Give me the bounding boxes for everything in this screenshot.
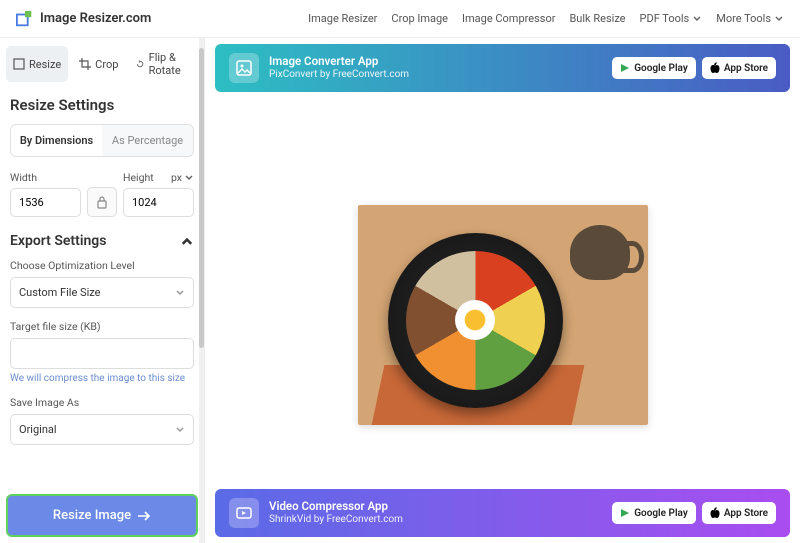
video-icon xyxy=(229,498,259,528)
google-play-button[interactable]: Google Play xyxy=(612,502,696,524)
ad-top-subtitle: PixConvert by FreeConvert.com xyxy=(269,69,409,81)
play-icon xyxy=(620,508,630,518)
nav-image-resizer[interactable]: Image Resizer xyxy=(308,12,377,25)
apple-icon xyxy=(710,507,720,519)
ad-top-title: Image Converter App xyxy=(269,55,409,69)
main-nav: Image Resizer Crop Image Image Compresso… xyxy=(308,12,784,25)
mode-as-percentage[interactable]: As Percentage xyxy=(102,125,193,156)
apple-icon xyxy=(710,62,720,74)
brand-logo[interactable]: Image Resizer.com xyxy=(16,10,151,28)
optimization-select[interactable]: Custom File Size xyxy=(10,277,194,308)
width-label: Width xyxy=(10,171,81,184)
image-preview[interactable] xyxy=(358,205,648,425)
ad-banner-top: Image Converter App PixConvert by FreeCo… xyxy=(215,44,790,92)
main-area: Image Converter App PixConvert by FreeCo… xyxy=(205,38,800,543)
unit-selector[interactable]: px xyxy=(171,171,194,184)
save-as-select[interactable]: Original xyxy=(10,414,194,445)
nav-more-tools[interactable]: More Tools xyxy=(716,12,784,25)
target-size-input[interactable] xyxy=(10,338,194,369)
nav-image-compressor[interactable]: Image Compressor xyxy=(462,12,555,25)
sidebar: Resize Crop Flip & Rotate Resize Setting… xyxy=(0,38,205,543)
nav-crop-image[interactable]: Crop Image xyxy=(391,12,448,25)
ad-banner-bottom: Video Compressor App ShrinkVid by FreeCo… xyxy=(215,489,790,537)
image-icon xyxy=(229,53,259,83)
rotate-icon xyxy=(136,58,144,70)
tab-crop[interactable]: Crop xyxy=(72,46,125,82)
app-body: Resize Crop Flip & Rotate Resize Setting… xyxy=(0,38,800,543)
export-settings-title: Export Settings xyxy=(10,233,106,249)
optimization-label: Choose Optimization Level xyxy=(10,259,194,272)
save-as-label: Save Image As xyxy=(10,396,194,409)
tab-resize[interactable]: Resize xyxy=(6,46,68,82)
chevron-down-icon xyxy=(692,14,702,24)
height-input[interactable] xyxy=(123,188,194,217)
logo-icon xyxy=(16,10,34,28)
height-label: Height xyxy=(123,171,154,184)
google-play-button[interactable]: Google Play xyxy=(612,57,696,79)
app-store-button[interactable]: App Store xyxy=(702,57,776,79)
target-size-label: Target file size (KB) xyxy=(10,320,194,333)
dimensions-row: Width Height px xyxy=(10,171,194,217)
arrow-right-icon xyxy=(137,510,151,522)
chevron-down-icon xyxy=(774,14,784,24)
nav-bulk-resize[interactable]: Bulk Resize xyxy=(569,12,625,25)
width-input[interactable] xyxy=(10,188,81,217)
app-header: Image Resizer.com Image Resizer Crop Ima… xyxy=(0,0,800,38)
sidebar-scrollbar[interactable] xyxy=(199,38,204,543)
app-store-button[interactable]: App Store xyxy=(702,502,776,524)
mode-by-dimensions[interactable]: By Dimensions xyxy=(11,125,102,156)
brand-text: Image Resizer.com xyxy=(40,11,151,26)
chevron-down-icon xyxy=(175,288,185,298)
ad-bot-title: Video Compressor App xyxy=(269,500,403,514)
ad-bot-subtitle: ShrinkVid by FreeConvert.com xyxy=(269,514,403,526)
nav-pdf-tools[interactable]: PDF Tools xyxy=(640,12,703,25)
tool-tabs: Resize Crop Flip & Rotate xyxy=(6,46,198,82)
play-icon xyxy=(620,63,630,73)
chevron-down-icon xyxy=(175,425,185,435)
lock-icon xyxy=(96,195,108,209)
resize-mode-toggle: By Dimensions As Percentage xyxy=(10,124,194,157)
target-size-hint: We will compress the image to this size xyxy=(10,373,194,384)
export-settings-toggle[interactable]: Export Settings xyxy=(10,233,194,249)
aspect-lock-button[interactable] xyxy=(87,187,117,217)
resize-icon xyxy=(13,58,25,70)
chevron-down-icon xyxy=(184,173,194,183)
tab-flip-rotate[interactable]: Flip & Rotate xyxy=(129,46,198,82)
resize-image-button[interactable]: Resize Image xyxy=(6,494,198,537)
resize-settings-title: Resize Settings xyxy=(10,96,194,114)
crop-icon xyxy=(79,58,91,70)
image-canvas xyxy=(215,92,790,537)
chevron-up-icon xyxy=(180,234,194,248)
